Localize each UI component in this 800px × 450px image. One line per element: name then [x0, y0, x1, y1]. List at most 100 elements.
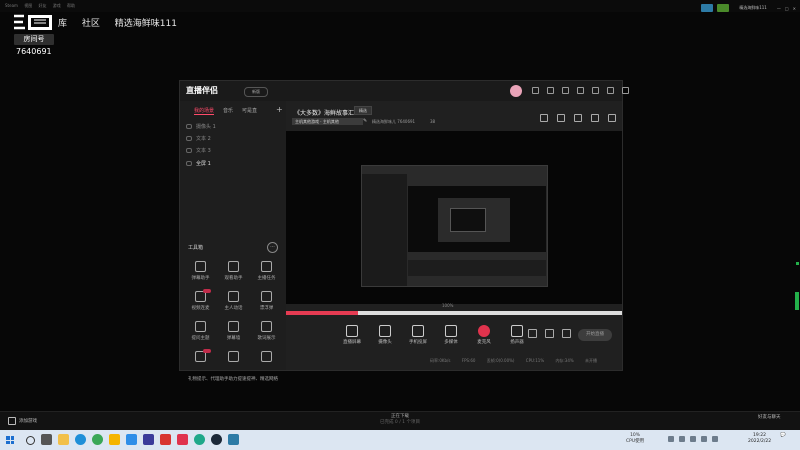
app-icon[interactable]	[143, 434, 154, 445]
preview-scrollbar-thumb[interactable]	[286, 311, 358, 315]
microphone-button[interactable]: 麦克风	[472, 325, 496, 345]
app-icon[interactable]	[160, 434, 171, 445]
phone-cast-button[interactable]: 手机投屏	[406, 325, 430, 345]
add-game-button[interactable]: 添加游戏	[8, 417, 37, 425]
eye-icon[interactable]	[186, 124, 192, 129]
windows-start-icon[interactable]	[6, 436, 14, 444]
tool-host-task[interactable]: 主播任务	[250, 261, 283, 281]
message-icon[interactable]	[532, 87, 539, 94]
tool-lyrics[interactable]: 歌词展示	[250, 321, 283, 341]
status-bar: 码率:0Kb/s FPS:60 丢帧:0(0.00%) CPU:11% 内存:3…	[430, 358, 607, 364]
notification-center-icon[interactable]: 💬	[780, 433, 786, 439]
maximize-icon[interactable]	[607, 87, 614, 94]
tool-watch-helper[interactable]: 观看助手	[217, 261, 250, 281]
network-icon[interactable]	[679, 436, 685, 442]
tool-extra-2[interactable]	[217, 351, 250, 365]
maximize-icon[interactable]: □	[785, 6, 789, 11]
eye-icon[interactable]	[186, 148, 192, 153]
nested-deeper	[438, 198, 510, 242]
notification-icon[interactable]	[701, 4, 714, 12]
cpu-widget[interactable]: 10% CPU使用	[626, 433, 644, 445]
app-tray-icon[interactable]	[712, 436, 718, 442]
tool-host-talk[interactable]: 主人动话	[217, 291, 250, 311]
edge-icon[interactable]	[75, 434, 86, 445]
tab-third[interactable]: 可是直	[242, 107, 257, 115]
scene-item[interactable]: 摄像头 1	[186, 123, 216, 130]
start-live-button[interactable]: 开始直播	[578, 329, 612, 341]
app-icon[interactable]	[194, 434, 205, 445]
media-button[interactable]: 多媒体	[439, 325, 463, 345]
scene-item[interactable]: 文本 2	[186, 135, 211, 142]
tool-extra-3[interactable]	[250, 351, 283, 365]
category-select[interactable]: 主机其他游戏 · 主机其他	[292, 118, 363, 125]
menu-icon[interactable]	[577, 87, 584, 94]
camera-button[interactable]: 摄像头	[373, 325, 397, 345]
volume-icon[interactable]	[690, 436, 696, 442]
news-icon[interactable]	[717, 4, 730, 12]
task-view-icon[interactable]	[41, 434, 52, 445]
speaker-button[interactable]: 扬声器	[505, 325, 529, 345]
menu-view[interactable]: 视图	[24, 0, 32, 12]
stream-title[interactable]: 《大多数》海鲜故事汇	[294, 108, 354, 117]
file-explorer-icon[interactable]	[58, 434, 69, 445]
tool-video-link[interactable]: 视频连麦	[184, 289, 217, 311]
menu-steam[interactable]: Steam	[5, 0, 18, 12]
nav-profile[interactable]: 精选海鲜味111	[115, 19, 177, 29]
menu-games[interactable]: 游戏	[53, 0, 61, 12]
eye-icon[interactable]	[545, 329, 554, 338]
settings-icon[interactable]	[562, 329, 571, 338]
nav-community[interactable]: 社区	[82, 19, 100, 29]
steam-username[interactable]: 精选海鲜味111	[739, 5, 767, 11]
steam-menu-bar: Steam 视图 好友 游戏 帮助	[0, 0, 800, 12]
chevron-up-icon[interactable]	[668, 436, 674, 442]
more-tools-button[interactable]: ···	[267, 242, 278, 253]
scene-item[interactable]: 文本 3	[186, 147, 211, 154]
ctrl-label: 直播屏幕	[343, 340, 361, 345]
version-badge[interactable]: 新版	[244, 87, 268, 97]
minimize-icon[interactable]	[592, 87, 599, 94]
screen-capture-button[interactable]: 直播屏幕	[340, 325, 364, 345]
bell-icon[interactable]	[591, 114, 599, 122]
tool-danmaku-helper[interactable]: 弹幕助手	[184, 261, 217, 281]
minimize-icon[interactable]: —	[777, 6, 781, 11]
menu-friends[interactable]: 好友	[38, 0, 46, 12]
heart-icon[interactable]	[574, 114, 582, 122]
tab-my-scenes[interactable]: 我的场景	[194, 107, 215, 115]
gift-icon[interactable]	[547, 87, 554, 94]
edit-icon[interactable]: ✎	[363, 118, 367, 124]
close-icon[interactable]: ✕	[793, 6, 796, 11]
scene-item[interactable]: 全屏 1	[186, 160, 211, 167]
friends-chat-button[interactable]: 好友与聊天	[758, 415, 781, 420]
eye-icon[interactable]	[186, 136, 192, 141]
ime-icon[interactable]	[701, 436, 707, 442]
steam-top-right: 精选海鲜味111 — □ ✕	[701, 2, 796, 14]
app-icon[interactable]	[228, 434, 239, 445]
tool-question[interactable]: 提问主题	[184, 321, 217, 341]
clock[interactable]: 19:22 2022/2/22	[748, 433, 771, 445]
menu-help[interactable]: 帮助	[67, 0, 75, 12]
tool-extra-1[interactable]	[184, 349, 217, 365]
app-icon[interactable]	[126, 434, 137, 445]
steam-icon[interactable]	[211, 434, 222, 445]
avatar[interactable]	[510, 85, 522, 97]
tool-label: 观看助手	[224, 276, 243, 281]
search-icon[interactable]	[26, 436, 35, 445]
tool-float[interactable]: 漂浮弹	[250, 291, 283, 311]
nav-library[interactable]: 库	[58, 19, 67, 29]
lock-icon[interactable]	[557, 114, 565, 122]
app-icon[interactable]	[177, 434, 188, 445]
share-icon[interactable]	[608, 114, 616, 122]
tool-label: 主播任务	[257, 276, 276, 281]
record-icon[interactable]	[528, 329, 537, 338]
stream-preview[interactable]	[286, 131, 622, 304]
shield-icon[interactable]	[562, 87, 569, 94]
screen-icon[interactable]	[540, 114, 548, 122]
add-scene-button[interactable]: +	[276, 105, 283, 114]
app-icon[interactable]	[109, 434, 120, 445]
eye-icon[interactable]	[186, 161, 192, 166]
download-status[interactable]: 正在下载 已完成 0 / 1 个项目	[380, 414, 420, 426]
tab-music[interactable]: 音乐	[223, 107, 233, 115]
close-icon[interactable]	[622, 87, 629, 94]
tool-danmaku-wall[interactable]: 弹幕墙	[217, 321, 250, 341]
chrome-icon[interactable]	[92, 434, 103, 445]
